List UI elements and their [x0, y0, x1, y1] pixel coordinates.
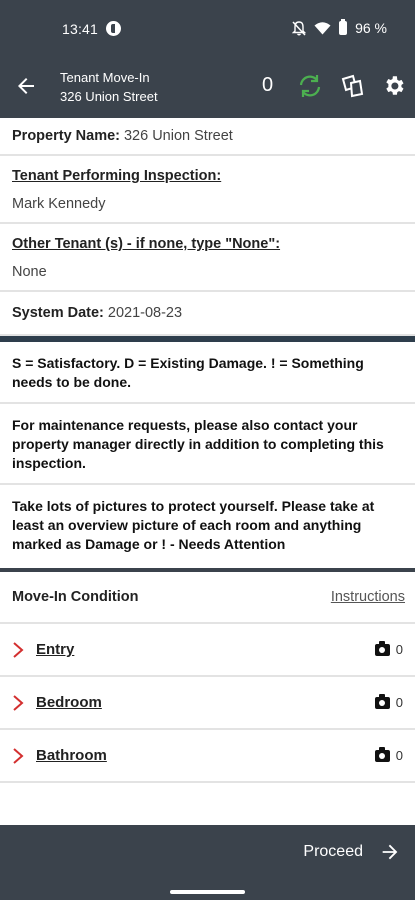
room-name[interactable]: Bathroom: [36, 747, 375, 764]
section-title: Move-In Condition: [12, 589, 139, 605]
room-row-bedroom[interactable]: Bedroom 0: [0, 677, 415, 730]
system-date-label: System Date:: [12, 305, 104, 321]
tenant-label: Tenant Performing Inspection:: [12, 168, 222, 184]
chevron-right-icon: [12, 747, 26, 764]
back-arrow-icon: [18, 78, 34, 94]
property-name-value: 326 Union Street: [123, 128, 233, 144]
gesture-handle[interactable]: [170, 890, 245, 894]
photo-count: 0: [374, 640, 403, 657]
room-row-entry[interactable]: Entry 0: [0, 624, 415, 677]
photo-count: 0: [374, 746, 403, 763]
property-name-field: Property Name: 326 Union Street: [0, 118, 415, 156]
photo-count: 0: [374, 693, 403, 710]
sync-icon: [299, 75, 321, 97]
inspection-form: Property Name: 326 Union Street Tenant P…: [0, 118, 415, 825]
gear-icon: [386, 76, 404, 95]
wifi-icon: [314, 21, 331, 34]
other-tenants-input[interactable]: None: [12, 264, 403, 280]
settings-button[interactable]: [378, 70, 410, 102]
photo-count-value: 0: [395, 748, 403, 763]
system-date-value: 2021-08-23: [107, 305, 183, 321]
room-row-bathroom[interactable]: Bathroom 0: [0, 730, 415, 783]
photo-count-value: 0: [395, 695, 403, 710]
tenant-input[interactable]: Mark Kennedy: [12, 196, 403, 212]
pending-count: 0: [262, 74, 274, 96]
property-name-label: Property Name:: [12, 128, 120, 144]
pictures-notice: Take lots of pictures to protect yoursel…: [12, 498, 375, 552]
bell-off-icon: [292, 20, 307, 36]
proceed-button[interactable]: Proceed: [303, 841, 401, 863]
page-subtitle: 326 Union Street: [60, 89, 158, 104]
tenant-field[interactable]: Tenant Performing Inspection: Mark Kenne…: [0, 156, 415, 224]
app-bar: Tenant Move-In 326 Union Street 0: [0, 58, 415, 118]
other-tenants-field[interactable]: Other Tenant (s) - if none, type "None":…: [0, 224, 415, 292]
sync-button[interactable]: [294, 70, 326, 102]
move-in-condition-header: Move-In Condition Instructions: [0, 572, 415, 624]
copy-icon: [341, 74, 364, 98]
bottom-bar: Proceed: [0, 825, 415, 900]
photo-count-value: 0: [395, 642, 403, 657]
camera-icon: [374, 746, 390, 762]
maintenance-notice: For maintenance requests, please also co…: [0, 404, 415, 485]
legend-notice: S = Satisfactory. D = Existing Damage. !…: [0, 342, 415, 404]
camera-icon: [374, 640, 390, 656]
status-icons: 96 %: [292, 19, 387, 36]
copy-button[interactable]: [336, 70, 368, 102]
room-name[interactable]: Bedroom: [36, 694, 375, 711]
app-notification-icon: [106, 21, 121, 36]
status-time: 13:41: [62, 21, 99, 37]
proceed-label: Proceed: [303, 843, 363, 860]
arrow-right-icon: [382, 844, 398, 860]
chevron-right-icon: [12, 694, 26, 711]
room-name[interactable]: Entry: [36, 641, 375, 658]
chevron-right-icon: [12, 641, 26, 658]
camera-icon: [374, 693, 390, 709]
system-date-field: System Date: 2021-08-23: [0, 292, 415, 336]
title-block: Tenant Move-In 326 Union Street: [60, 68, 158, 106]
instructions-link[interactable]: Instructions: [331, 589, 405, 605]
battery-icon: [339, 19, 348, 35]
battery-percent: 96 %: [355, 20, 387, 36]
back-button[interactable]: [10, 70, 42, 102]
status-bar: 13:41 96 %: [0, 0, 415, 58]
page-title: Tenant Move-In: [60, 70, 150, 85]
other-tenants-label: Other Tenant (s) - if none, type "None":: [12, 236, 281, 252]
